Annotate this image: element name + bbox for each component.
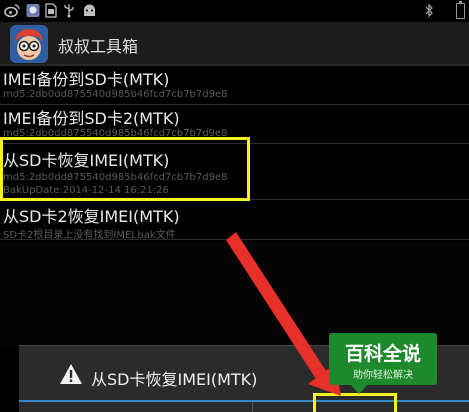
list-item-title: IMEI备份到SD卡(MTK) [3, 70, 170, 89]
dialog-cancel-button[interactable] [19, 402, 252, 412]
app-notification-icon [26, 4, 40, 17]
watermark-slogan: 助你轻松解决 [353, 370, 413, 381]
battery-icon [456, 1, 465, 19]
sim-icon [45, 3, 57, 18]
list-item-imei-backup[interactable]: IMEI备份到SD卡(MTK) md5:2db0dd875540d985b46f… [0, 66, 469, 105]
list-item-title: 从SD卡2恢复IMEI(MTK) [3, 207, 180, 226]
warning-icon [60, 364, 82, 384]
weibo-icon [4, 4, 20, 18]
status-bar [0, 0, 469, 22]
list-item-subtitle: SD卡2根目录上没有找到IMEI.bak文件 [3, 230, 176, 241]
bluetooth-icon [425, 3, 433, 18]
app-logo-icon[interactable] [10, 25, 48, 63]
dialog-title: 从SD卡恢复IMEI(MTK) [91, 370, 258, 389]
usb-icon [64, 4, 74, 18]
watermark-title: 百科全说 [344, 343, 421, 365]
highlight-box-ok-button [313, 393, 397, 412]
android-icon [84, 4, 95, 16]
empty-area [0, 241, 469, 345]
list-item-imei-restore-sd2[interactable]: 从SD卡2恢复IMEI(MTK) SD卡2根目录上没有找到IMEI.bak文件 [0, 200, 469, 241]
action-bar: 叔叔工具箱 [0, 22, 469, 66]
app-title: 叔叔工具箱 [58, 37, 139, 56]
list-item-subtitle: md5:2db0dd875540d985b46fcd7cb7b7d9e8 [3, 89, 228, 100]
list-item-title: IMEI备份到SD卡2(MTK) [3, 109, 180, 128]
baike-watermark-logo: 百科全说 助你轻松解决 [329, 333, 437, 394]
highlight-box-restore-item [0, 137, 250, 201]
watermark-tail [351, 385, 367, 394]
